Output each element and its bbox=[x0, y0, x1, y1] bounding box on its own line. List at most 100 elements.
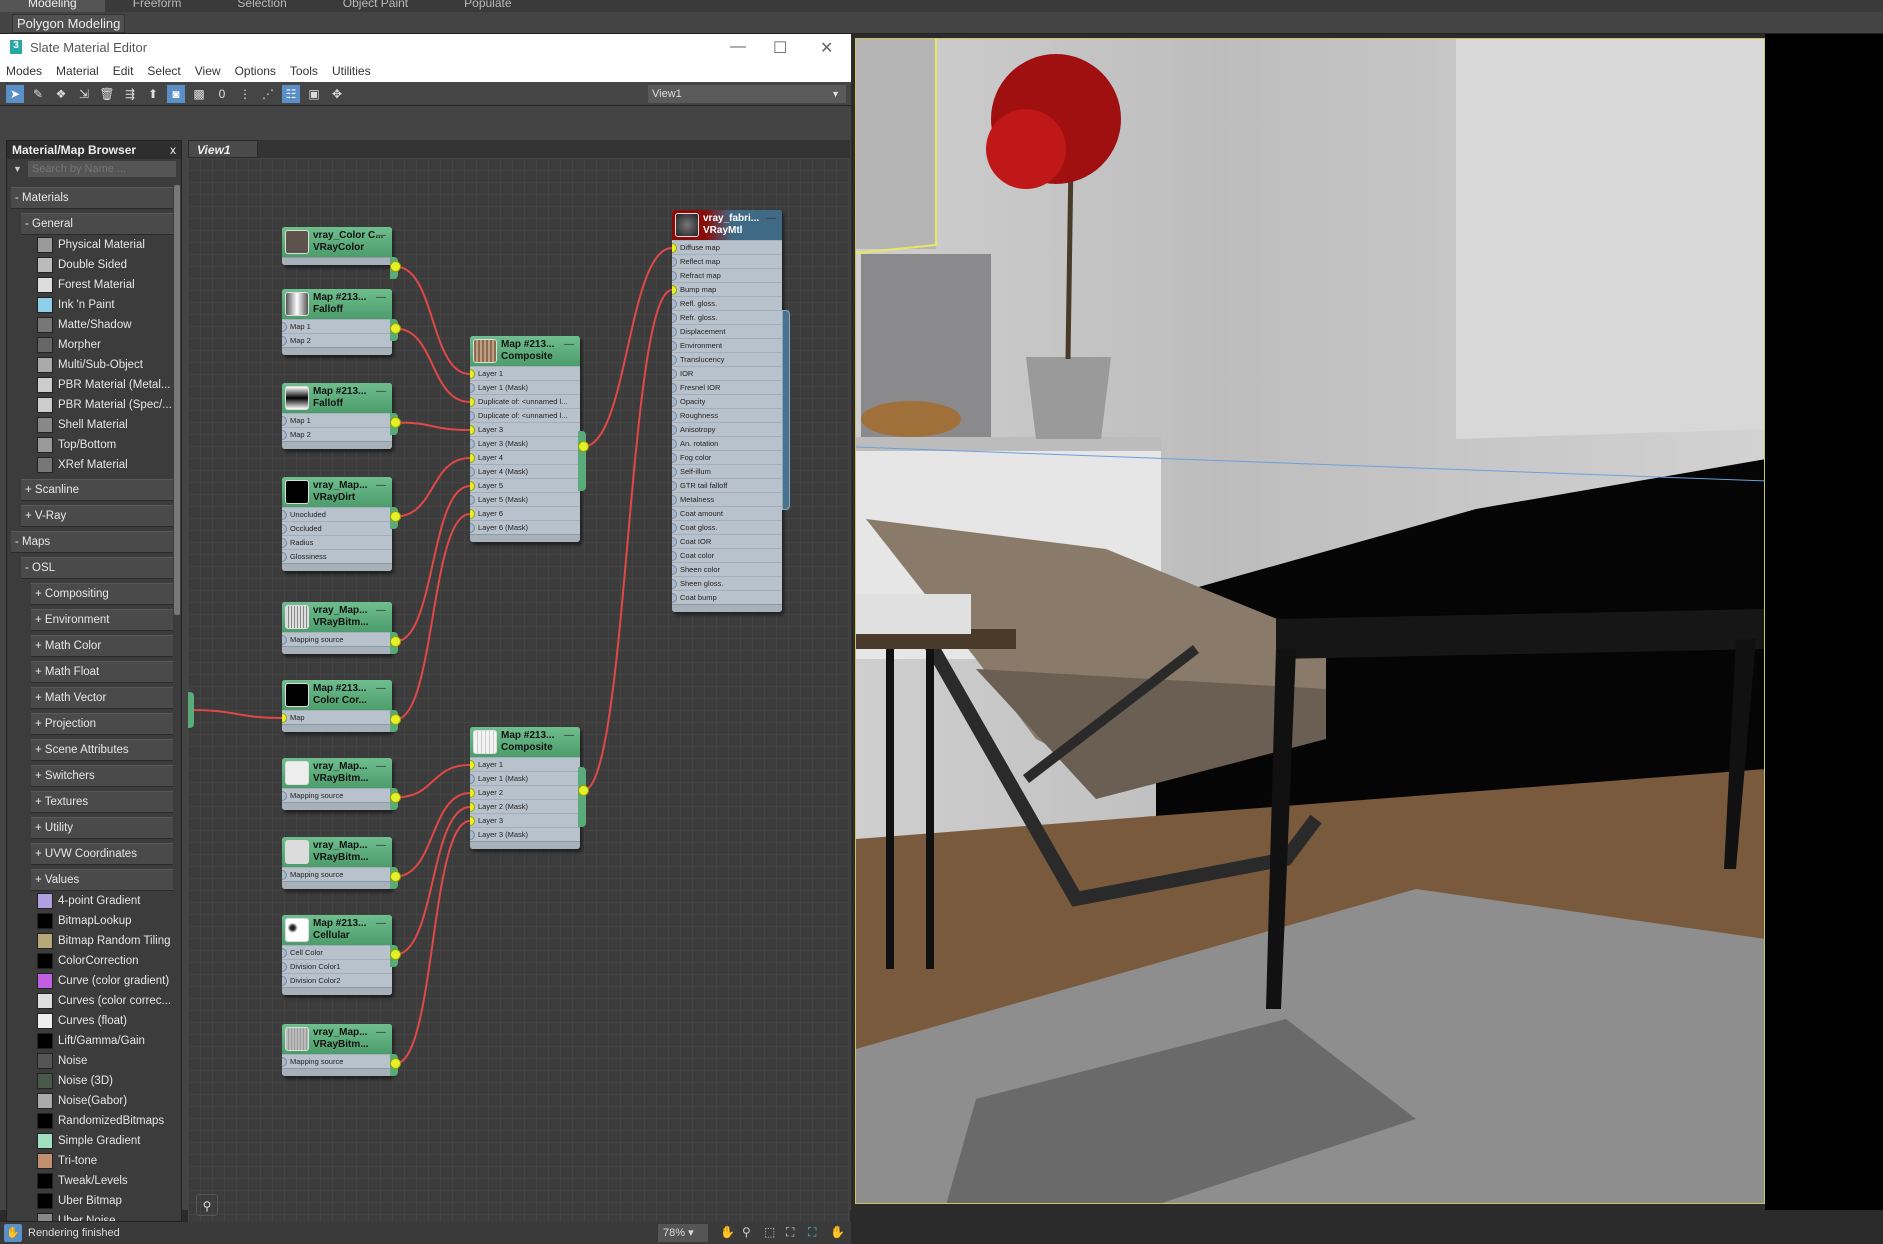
material-node[interactable]: vray_Map... VRayBitm... — Mapping source bbox=[282, 837, 401, 889]
zoom-extents-icon[interactable]: ⛶ bbox=[786, 1225, 794, 1240]
material-node[interactable]: Map #213... Falloff — Map 1 Map 2 bbox=[282, 383, 401, 449]
browser-item[interactable]: Noise(Gabor) bbox=[37, 1091, 177, 1111]
browser-item[interactable]: Double Sided bbox=[37, 255, 177, 275]
input-socket[interactable] bbox=[672, 425, 677, 435]
output-socket[interactable] bbox=[390, 417, 401, 428]
node-header[interactable]: vray_Map... VRayDirt — bbox=[282, 477, 392, 507]
eyedropper-icon[interactable]: ✎ bbox=[29, 85, 47, 103]
browser-item[interactable]: Bitmap Random Tiling bbox=[37, 931, 177, 951]
browser-item[interactable]: Noise bbox=[37, 1051, 177, 1071]
browser-group[interactable]: + UVW Coordinates bbox=[31, 843, 173, 865]
input-socket[interactable] bbox=[282, 1057, 287, 1067]
collapse-icon[interactable]: — bbox=[564, 730, 574, 741]
browser-item[interactable]: Physical Material bbox=[37, 235, 177, 255]
input-socket[interactable] bbox=[282, 635, 287, 645]
browser-group[interactable]: + Math Vector bbox=[31, 687, 173, 709]
input-socket[interactable] bbox=[672, 257, 677, 267]
collapse-icon[interactable]: — bbox=[766, 213, 776, 224]
input-socket[interactable] bbox=[470, 760, 475, 770]
input-socket[interactable] bbox=[672, 411, 677, 421]
browser-item[interactable]: ColorCorrection bbox=[37, 951, 177, 971]
output-socket[interactable] bbox=[578, 441, 589, 452]
node-header[interactable]: vray_Map... VRayBitm... — bbox=[282, 1024, 392, 1054]
input-socket[interactable] bbox=[470, 788, 475, 798]
input-socket[interactable] bbox=[672, 327, 677, 337]
close-button[interactable]: ✕ bbox=[820, 38, 833, 58]
pan-selected-icon[interactable]: ✋ bbox=[830, 1225, 845, 1239]
node-wire[interactable] bbox=[395, 327, 471, 403]
binoculars-icon[interactable]: ⚲ bbox=[196, 1194, 218, 1216]
collapse-icon[interactable]: — bbox=[564, 339, 574, 350]
menu-item[interactable]: Modes bbox=[6, 64, 42, 78]
browser-item[interactable]: Lift/Gamma/Gain bbox=[37, 1031, 177, 1051]
node-wire[interactable] bbox=[583, 247, 673, 448]
menu-item[interactable]: View bbox=[195, 64, 221, 78]
node-header[interactable]: Map #213... Composite — bbox=[470, 727, 580, 757]
node-footer[interactable] bbox=[282, 1068, 392, 1076]
output-socket[interactable] bbox=[390, 871, 401, 882]
browser-item[interactable]: XRef Material bbox=[37, 455, 177, 475]
menu-item[interactable]: Options bbox=[235, 64, 276, 78]
node-wire[interactable] bbox=[395, 513, 471, 721]
browser-item[interactable]: PBR Material (Spec/... bbox=[37, 395, 177, 415]
node-footer[interactable] bbox=[282, 802, 392, 810]
output-socket[interactable] bbox=[390, 714, 401, 725]
browser-item[interactable]: RandomizedBitmaps bbox=[37, 1111, 177, 1131]
input-socket[interactable] bbox=[282, 791, 287, 801]
browser-item[interactable]: PBR Material (Metal... bbox=[37, 375, 177, 395]
node-wire[interactable] bbox=[395, 457, 471, 518]
collapse-icon[interactable]: — bbox=[376, 605, 386, 616]
search-input[interactable] bbox=[27, 161, 176, 177]
input-socket[interactable] bbox=[672, 523, 677, 533]
browser-item[interactable]: Simple Gradient bbox=[37, 1131, 177, 1151]
collapse-icon[interactable]: — bbox=[376, 292, 386, 303]
maximize-button[interactable]: ☐ bbox=[773, 38, 787, 58]
input-socket[interactable] bbox=[672, 439, 677, 449]
collapse-icon[interactable]: — bbox=[376, 230, 386, 241]
input-socket[interactable] bbox=[672, 551, 677, 561]
input-socket[interactable] bbox=[470, 523, 475, 533]
node-footer[interactable] bbox=[470, 841, 580, 849]
browser-item[interactable]: Uber Bitmap bbox=[37, 1191, 177, 1211]
browser-group[interactable]: + Utility bbox=[31, 817, 173, 839]
input-socket[interactable] bbox=[672, 243, 677, 253]
input-socket[interactable] bbox=[470, 411, 475, 421]
browser-item[interactable]: Curves (float) bbox=[37, 1011, 177, 1031]
browser-group[interactable]: + Projection bbox=[31, 713, 173, 735]
browser-item[interactable]: Curves (color correc... bbox=[37, 991, 177, 1011]
input-socket[interactable] bbox=[672, 509, 677, 519]
input-socket[interactable] bbox=[672, 285, 677, 295]
node-footer[interactable] bbox=[282, 257, 392, 265]
menu-item[interactable]: Select bbox=[147, 64, 180, 78]
render-viewport[interactable] bbox=[855, 38, 1765, 1204]
input-socket[interactable] bbox=[470, 453, 475, 463]
browser-item[interactable]: Forest Material bbox=[37, 275, 177, 295]
browser-group[interactable]: + Textures bbox=[31, 791, 173, 813]
input-socket[interactable] bbox=[282, 962, 287, 972]
input-socket[interactable] bbox=[470, 397, 475, 407]
node-header[interactable]: vray_Map... VRayBitm... — bbox=[282, 837, 392, 867]
input-socket[interactable] bbox=[282, 552, 287, 562]
material-node[interactable]: vray_Map... VRayBitm... — Mapping source bbox=[282, 758, 401, 810]
node-header[interactable]: Map #213... Composite — bbox=[470, 336, 580, 366]
browser-group[interactable]: - Materials bbox=[11, 187, 173, 209]
input-socket[interactable] bbox=[282, 538, 287, 548]
node-footer[interactable] bbox=[282, 441, 392, 449]
node-header[interactable]: vray_Map... VRayBitm... — bbox=[282, 758, 392, 788]
ribbon-tab[interactable]: Populate bbox=[436, 0, 539, 12]
material-node[interactable]: Map #213... Color Cor... — Map bbox=[282, 680, 401, 732]
material-node[interactable]: vray_Map... VRayDirt — Unocluded Occluded Rad… bbox=[282, 477, 401, 571]
input-socket[interactable] bbox=[470, 774, 475, 784]
ribbon-tab[interactable]: Freeform bbox=[105, 0, 210, 12]
show-map-icon[interactable]: ◙ bbox=[167, 84, 185, 103]
menu-item[interactable]: Material bbox=[56, 64, 99, 78]
output-socket[interactable] bbox=[390, 511, 401, 522]
show-background-icon[interactable]: ▩ bbox=[190, 85, 208, 103]
input-socket[interactable] bbox=[282, 870, 287, 880]
select-arrow-icon[interactable]: ➤ bbox=[6, 84, 24, 103]
browser-group[interactable]: - General bbox=[21, 213, 173, 235]
node-footer[interactable] bbox=[470, 534, 580, 542]
offscreen-node-output[interactable] bbox=[188, 692, 194, 728]
node-footer[interactable] bbox=[282, 563, 392, 571]
input-socket[interactable] bbox=[470, 425, 475, 435]
